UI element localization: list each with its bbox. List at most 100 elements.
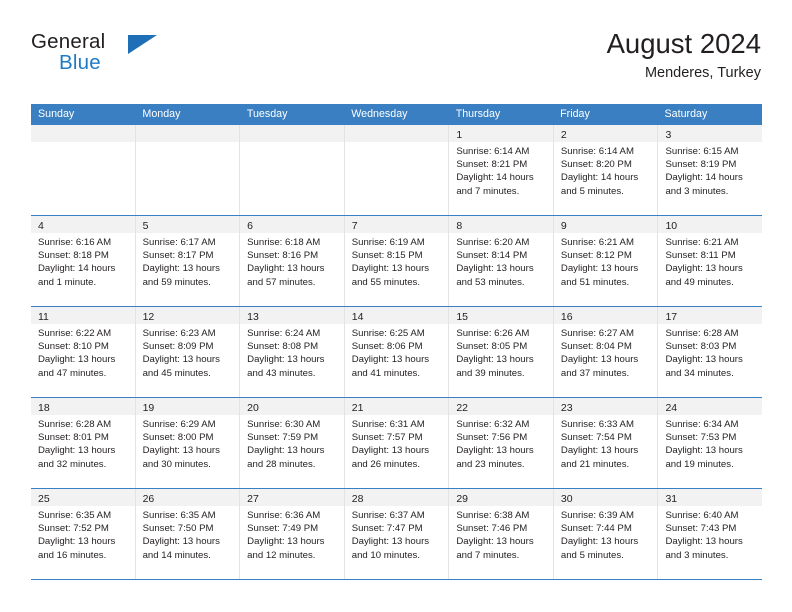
sunset-line: Sunset: 7:54 PM <box>560 432 632 444</box>
calendar-day-cell[interactable]: 30 Sunrise: 6:39 AM Sunset: 7:44 PM Dayligh… <box>553 489 659 579</box>
calendar-page: General Blue August 2024 Menderes, Turke… <box>0 0 792 612</box>
day-number: 6 <box>247 220 253 232</box>
daylight-line-1: Daylight: 13 hours <box>247 536 325 548</box>
calendar-day-cell[interactable]: 21 Sunrise: 6:31 AM Sunset: 7:57 PM Dayligh… <box>344 398 450 488</box>
calendar-day-cell[interactable]: 23 Sunrise: 6:33 AM Sunset: 7:54 PM Dayligh… <box>553 398 659 488</box>
daylight-line-2: and 43 minutes. <box>247 367 316 379</box>
sunrise-line: Sunrise: 6:27 AM <box>560 328 634 339</box>
calendar-weeks: 1 Sunrise: 6:14 AM Sunset: 8:21 PM Daylight… <box>31 125 763 580</box>
daylight-line-1: Daylight: 14 hours <box>560 172 639 184</box>
daylight-line-2: and 14 minutes. <box>142 549 211 561</box>
daylight-line-1: Daylight: 13 hours <box>247 445 325 457</box>
day-details: Sunrise: 6:17 AM Sunset: 8:17 PM Daylight:… <box>136 233 240 289</box>
weekday-header-wednesday: Wednesday <box>351 108 408 120</box>
calendar-day-cell[interactable]: 1 Sunrise: 6:14 AM Sunset: 8:21 PM Daylight… <box>449 125 554 215</box>
sunset-line: Sunset: 7:49 PM <box>247 523 319 535</box>
daylight-line-2: and 45 minutes. <box>142 367 211 379</box>
sunrise-line: Sunrise: 6:22 AM <box>38 328 112 339</box>
sunrise-line: Sunrise: 6:24 AM <box>247 328 321 339</box>
daylight-line-2: and 30 minutes. <box>142 458 211 470</box>
sunrise-line: Sunrise: 6:16 AM <box>38 237 112 248</box>
sunset-line: Sunset: 7:50 PM <box>142 523 214 535</box>
calendar-grid: Sunday Monday Tuesday Wednesday Thursday Frid… <box>31 104 763 580</box>
calendar-day-cell[interactable]: 29 Sunrise: 6:38 AM Sunset: 7:46 PM Dayligh… <box>449 489 554 579</box>
daylight-line-1: Daylight: 14 hours <box>38 263 116 275</box>
day-number: 19 <box>142 402 155 414</box>
day-number: 11 <box>38 311 49 323</box>
weekday-header-row: Sunday Monday Tuesday Wednesday Thursday Frid… <box>31 104 762 125</box>
daylight-line-1: Daylight: 13 hours <box>560 536 639 548</box>
calendar-day-cell[interactable]: 9 Sunrise: 6:21 AM Sunset: 8:12 PM Daylight… <box>553 216 659 306</box>
day-number-band <box>240 125 344 142</box>
sunset-line: Sunset: 8:08 PM <box>247 341 319 353</box>
daylight-line-1: Daylight: 13 hours <box>351 536 430 548</box>
page-title: August 2024 <box>606 28 761 59</box>
calendar-day-cell[interactable]: 18 Sunrise: 6:28 AM Sunset: 8:01 PM Dayligh… <box>31 398 136 488</box>
brand-logo[interactable]: General Blue <box>31 31 251 88</box>
calendar-day-cell[interactable]: 17 Sunrise: 6:28 AM Sunset: 8:03 PM Dayligh… <box>658 307 763 397</box>
daylight-line-2: and 57 minutes. <box>247 276 316 288</box>
calendar-day-cell[interactable]: 4 Sunrise: 6:16 AM Sunset: 8:18 PM Daylight… <box>31 216 136 306</box>
day-number-band: 29 <box>449 489 553 506</box>
day-number-band: 30 <box>553 489 658 506</box>
weekday-header-tuesday: Tuesday <box>246 108 288 120</box>
sunrise-line: Sunrise: 6:21 AM <box>560 237 634 248</box>
day-details: Sunrise: 6:29 AM Sunset: 8:00 PM Daylight:… <box>136 415 240 471</box>
calendar-day-cell[interactable]: 24 Sunrise: 6:34 AM Sunset: 7:53 PM Dayligh… <box>658 398 763 488</box>
calendar-day-cell[interactable]: 25 Sunrise: 6:35 AM Sunset: 7:52 PM Dayligh… <box>31 489 136 579</box>
day-number-band: 2 <box>553 125 658 142</box>
day-number: 31 <box>665 493 678 505</box>
calendar-week-row: 18 Sunrise: 6:28 AM Sunset: 8:01 PM Dayligh… <box>31 398 763 489</box>
daylight-line-2: and 39 minutes. <box>456 367 525 379</box>
day-details: Sunrise: 6:23 AM Sunset: 8:09 PM Daylight:… <box>136 324 240 380</box>
daylight-line-1: Daylight: 13 hours <box>456 445 534 457</box>
daylight-line-1: Daylight: 13 hours <box>560 445 639 457</box>
sunrise-line: Sunrise: 6:18 AM <box>247 237 321 248</box>
sunset-line: Sunset: 7:43 PM <box>665 523 737 535</box>
calendar-day-cell[interactable]: 22 Sunrise: 6:32 AM Sunset: 7:56 PM Dayligh… <box>449 398 554 488</box>
sunrise-line: Sunrise: 6:23 AM <box>142 328 216 339</box>
day-number-band: 22 <box>449 398 553 415</box>
daylight-line-1: Daylight: 13 hours <box>142 354 220 366</box>
sunrise-line: Sunrise: 6:34 AM <box>665 419 739 430</box>
daylight-line-1: Daylight: 13 hours <box>142 263 220 275</box>
calendar-day-cell[interactable]: 27 Sunrise: 6:36 AM Sunset: 7:49 PM Dayligh… <box>240 489 345 579</box>
calendar-day-cell[interactable]: 20 Sunrise: 6:30 AM Sunset: 7:59 PM Dayligh… <box>240 398 345 488</box>
daylight-line-2: and 7 minutes. <box>456 549 520 561</box>
calendar-day-cell[interactable]: 28 Sunrise: 6:37 AM Sunset: 7:47 PM Dayligh… <box>344 489 450 579</box>
calendar-day-cell[interactable]: 7 Sunrise: 6:19 AM Sunset: 8:15 PM Daylight… <box>344 216 450 306</box>
day-details: Sunrise: 6:14 AM Sunset: 8:20 PM Daylight:… <box>554 142 658 198</box>
sunset-line: Sunset: 8:19 PM <box>665 159 737 171</box>
calendar-day-cell[interactable]: 19 Sunrise: 6:29 AM Sunset: 8:00 PM Dayligh… <box>135 398 241 488</box>
calendar-day-cell[interactable]: 10 Sunrise: 6:21 AM Sunset: 8:11 PM Dayligh… <box>658 216 763 306</box>
calendar-day-cell[interactable]: 13 Sunrise: 6:24 AM Sunset: 8:08 PM Dayligh… <box>240 307 345 397</box>
calendar-day-cell[interactable]: 2 Sunrise: 6:14 AM Sunset: 8:20 PM Daylight… <box>553 125 659 215</box>
sunset-line: Sunset: 8:16 PM <box>247 250 319 262</box>
calendar-day-cell[interactable]: 12 Sunrise: 6:23 AM Sunset: 8:09 PM Dayligh… <box>135 307 241 397</box>
calendar-day-cell[interactable]: 16 Sunrise: 6:27 AM Sunset: 8:04 PM Dayligh… <box>553 307 659 397</box>
day-details: Sunrise: 6:35 AM Sunset: 7:50 PM Daylight:… <box>136 506 240 562</box>
sunset-line: Sunset: 8:17 PM <box>142 250 214 262</box>
day-number-band <box>31 125 135 142</box>
calendar-day-cell[interactable]: 26 Sunrise: 6:35 AM Sunset: 7:50 PM Dayligh… <box>135 489 241 579</box>
sunset-line: Sunset: 7:56 PM <box>456 432 528 444</box>
day-number-band: 7 <box>344 216 449 233</box>
calendar-day-cell[interactable]: 3 Sunrise: 6:15 AM Sunset: 8:19 PM Daylight… <box>658 125 763 215</box>
daylight-line-2: and 47 minutes. <box>38 367 107 379</box>
calendar-day-cell[interactable]: 5 Sunrise: 6:17 AM Sunset: 8:17 PM Daylight… <box>135 216 241 306</box>
day-details: Sunrise: 6:35 AM Sunset: 7:52 PM Daylight:… <box>31 506 135 562</box>
daylight-line-2: and 32 minutes. <box>38 458 107 470</box>
calendar-day-cell[interactable]: 14 Sunrise: 6:25 AM Sunset: 8:06 PM Dayligh… <box>344 307 450 397</box>
day-number: 7 <box>351 220 358 232</box>
weekday-header-saturday: Saturday <box>664 108 708 120</box>
daylight-line-2: and 41 minutes. <box>351 367 421 379</box>
day-number-band: 24 <box>658 398 763 415</box>
calendar-day-cell[interactable]: 31 Sunrise: 6:40 AM Sunset: 7:43 PM Dayligh… <box>658 489 763 579</box>
calendar-day-cell[interactable]: 8 Sunrise: 6:20 AM Sunset: 8:14 PM Daylight… <box>449 216 554 306</box>
calendar-day-cell[interactable]: 6 Sunrise: 6:18 AM Sunset: 8:16 PM Daylight… <box>240 216 345 306</box>
calendar-day-cell[interactable]: 15 Sunrise: 6:26 AM Sunset: 8:05 PM Dayligh… <box>449 307 554 397</box>
day-number: 26 <box>142 493 155 505</box>
calendar-day-cell[interactable]: 11 Sunrise: 6:22 AM Sunset: 8:10 PM Dayligh… <box>31 307 136 397</box>
day-details: Sunrise: 6:22 AM Sunset: 8:10 PM Daylight:… <box>31 324 135 380</box>
sunset-line: Sunset: 8:15 PM <box>351 250 423 262</box>
